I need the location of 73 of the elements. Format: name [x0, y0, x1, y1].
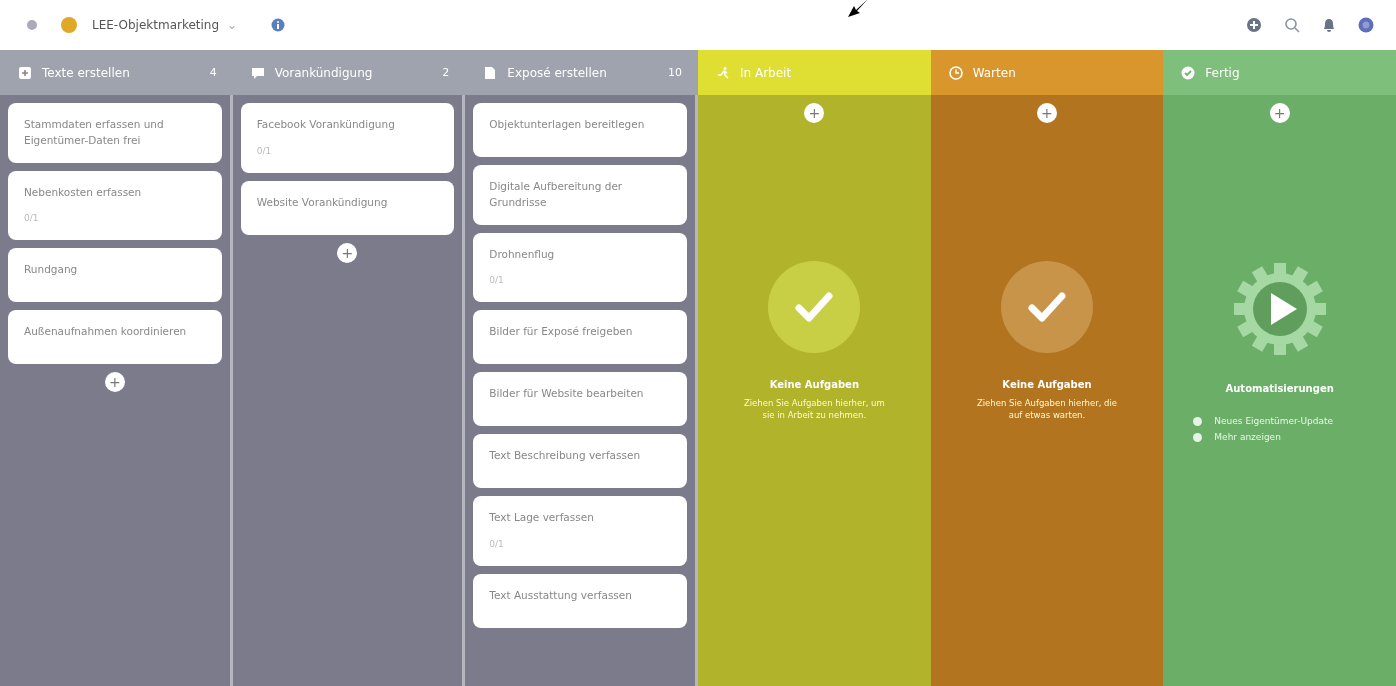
task-title: Text Beschreibung verfassen — [489, 448, 642, 463]
column-title: Warten — [972, 65, 1017, 80]
empty-text: Ziehen Sie Aufgaben hierher, die auf etwas warten. — [975, 398, 1119, 422]
add-task-button[interactable]: + — [804, 103, 825, 123]
checklist-count: 0/1 — [489, 275, 504, 286]
column-title: In Arbeit — [740, 65, 793, 80]
task-count: 2 — [442, 66, 450, 79]
checklist-count: 0/1 — [24, 213, 39, 224]
task-card[interactable]: Text Lage verfassen 0/1 — [473, 496, 687, 566]
automation-link[interactable]: Neues Eigentümer-Update — [1214, 416, 1334, 426]
empty-heading: Keine Aufgaben — [769, 379, 859, 390]
task-title: Website Vorankündigung — [256, 194, 389, 210]
add-task-button[interactable]: + — [337, 242, 358, 263]
task-title: Bilder für Exposé freigeben — [489, 324, 634, 339]
task-title: Rundgang — [24, 262, 79, 277]
checklist-count: 0/1 — [489, 538, 504, 549]
add-task-button[interactable]: + — [1037, 103, 1057, 123]
gear-play-icon — [1231, 261, 1328, 357]
info-icon[interactable] — [271, 18, 286, 32]
task-card[interactable]: Drohnenflug 0/1 — [473, 232, 687, 302]
search-icon[interactable] — [1284, 17, 1300, 33]
empty-text: Ziehen Sie Aufgaben hierher, um sie in Arbeit zu nehmen. — [742, 398, 886, 422]
check-circle-icon — [768, 261, 861, 353]
empty-heading: Keine Aufgaben — [1002, 379, 1092, 390]
task-card[interactable]: Text Ausstattung verfassen — [473, 573, 687, 628]
bell-icon[interactable] — [1322, 17, 1336, 33]
task-title: Drohnenflug — [489, 246, 556, 262]
clock-icon — [948, 65, 963, 80]
column-title: Exposé erstellen — [507, 65, 608, 80]
add-list-icon — [18, 65, 32, 80]
add-icon[interactable] — [1246, 17, 1262, 33]
task-title: Bilder für Website bearbeiten — [489, 386, 645, 401]
task-card[interactable]: Bilder für Website bearbeiten — [473, 372, 687, 426]
column-title: Texte erstellen — [42, 65, 131, 80]
task-title: Stammdaten erfassen und Eigentümer-Daten frei — [24, 117, 165, 148]
task-card[interactable]: Stammdaten erfassen und Eigentümer-Daten frei — [8, 103, 222, 163]
task-card[interactable]: Bilder für Exposé freigeben — [473, 310, 687, 364]
task-title: Facebook Vorankündigung — [256, 117, 396, 132]
project-name[interactable]: LEE-Objektmarketing — [92, 18, 220, 32]
column-title: Vorankündigung — [274, 65, 374, 80]
task-title: Außenaufnahmen koordinieren — [24, 324, 188, 339]
caret-icon[interactable]: ⌄ — [227, 18, 238, 32]
task-count: 10 — [668, 66, 682, 79]
task-title: Objektunterlagen bereitlegen — [489, 117, 646, 132]
task-card[interactable]: Text Beschreibung verfassen — [473, 434, 687, 488]
cursor-icon — [846, 0, 870, 18]
task-title: Nebenkosten erfassen — [24, 184, 143, 200]
check-circle-icon — [1181, 65, 1196, 80]
task-card[interactable]: Außenaufnahmen koordinieren — [8, 310, 222, 364]
task-count: 4 — [209, 66, 217, 79]
task-card[interactable]: Rundgang — [8, 248, 222, 302]
task-title: Text Ausstattung verfassen — [489, 587, 633, 603]
add-task-button[interactable]: + — [1269, 103, 1290, 123]
task-card[interactable]: Nebenkosten erfassen 0/1 — [8, 170, 222, 240]
task-title: Digitale Aufbereitung der Grundrisse — [489, 179, 624, 210]
task-card[interactable]: Objektunterlagen bereitlegen — [473, 103, 687, 157]
bullet-icon — [1193, 432, 1203, 442]
task-card[interactable]: Website Vorankündigung — [240, 180, 455, 235]
check-circle-icon — [1001, 261, 1093, 353]
automation-heading: Automatisierungen — [1225, 383, 1334, 394]
runner-icon — [716, 65, 730, 80]
bullet-icon — [1193, 416, 1203, 426]
checklist-count: 0/1 — [256, 145, 272, 156]
automation-link[interactable]: Mehr anzeigen — [1214, 432, 1281, 442]
document-icon — [483, 65, 498, 80]
chat-icon — [250, 65, 265, 80]
add-task-button[interactable]: + — [104, 372, 125, 392]
task-card[interactable]: Facebook Vorankündigung 0/1 — [240, 103, 455, 173]
task-title: Text Lage verfassen — [489, 510, 595, 525]
task-card[interactable]: Digitale Aufbereitung der Grundrisse — [473, 165, 687, 225]
project-icon — [60, 16, 78, 34]
column-title: Fertig — [1205, 65, 1241, 80]
avatar-icon[interactable] — [1358, 17, 1374, 33]
